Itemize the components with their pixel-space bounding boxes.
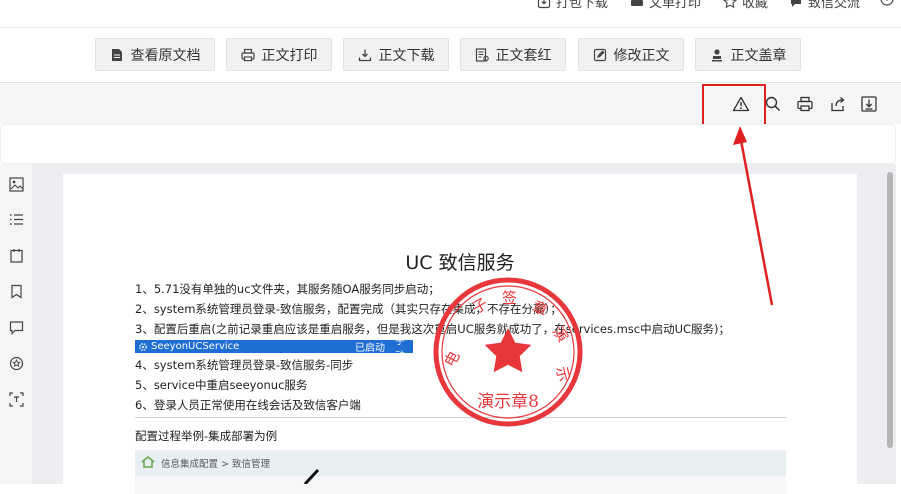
- template-icon: [475, 47, 489, 62]
- stamp-icon: [710, 48, 724, 62]
- chat-icon: [789, 0, 803, 9]
- document-info-row: [0, 124, 896, 164]
- printer-icon: [240, 48, 255, 62]
- viewer-sidebar: [0, 164, 32, 484]
- top-toolbar: 打包下载 文单打印 收藏 致信交流: [0, 0, 901, 28]
- document-line: 1、5.71没有单独的uc文件夹，其服务随OA服务同步启动；: [135, 282, 440, 296]
- download-icon: [358, 48, 372, 62]
- edit-body-button[interactable]: 修改正文: [578, 38, 684, 71]
- avatar-icon: [880, 0, 894, 6]
- download-icon: [537, 0, 551, 9]
- ocr-icon[interactable]: [7, 390, 25, 408]
- sub-heading: 配置过程举例-集成部署为例: [135, 429, 278, 443]
- scrollbar-thumb[interactable]: [887, 172, 893, 448]
- svg-text:签: 签: [502, 289, 517, 307]
- red-header-button[interactable]: 正文套红: [460, 38, 566, 71]
- document-action-bar: 查看原文档 正文打印 正文下载 正文套红 修改正文 正文盖章: [0, 28, 901, 83]
- seal-icon[interactable]: [7, 354, 25, 372]
- red-header-label: 正文套红: [495, 47, 552, 64]
- form-print-label: 文单打印: [649, 0, 702, 11]
- home-icon: [141, 455, 155, 471]
- search-icon[interactable]: [763, 94, 783, 114]
- service-mode: 手动: [395, 335, 405, 362]
- attachment-icon[interactable]: [7, 246, 25, 264]
- bookmark-icon[interactable]: [7, 282, 25, 300]
- package-download-button[interactable]: 打包下载: [537, 0, 608, 11]
- svg-text:示: 示: [552, 364, 573, 383]
- edit-icon: [593, 48, 607, 62]
- view-original-button[interactable]: 查看原文档: [95, 38, 215, 71]
- electronic-seal-stamp: 电 子 签 章 演 示 演示章8: [433, 277, 583, 427]
- outline-icon[interactable]: [7, 210, 25, 228]
- body-download-button[interactable]: 正文下载: [343, 38, 449, 71]
- breadcrumb-text: 信息集成配置 > 致信管理: [161, 459, 270, 470]
- gear-icon: [138, 342, 148, 352]
- document-title: UC 致信服务: [405, 252, 515, 274]
- view-original-label: 查看原文档: [130, 47, 201, 64]
- service-name: SeeyonUCService: [151, 341, 240, 352]
- star-icon: [723, 0, 737, 9]
- document-line: 4、system系统管理员登录-致信服务-同步: [135, 358, 354, 372]
- printer-icon: [630, 0, 644, 9]
- favorite-label: 收藏: [742, 0, 769, 11]
- stamp-body-button[interactable]: 正文盖章: [695, 38, 801, 71]
- stamp-body-label: 正文盖章: [730, 47, 787, 64]
- package-download-label: 打包下载: [556, 0, 609, 11]
- svg-text:子: 子: [469, 294, 491, 317]
- thumbnail-icon[interactable]: [7, 175, 25, 193]
- svg-text:章: 章: [529, 297, 550, 320]
- zhixin-chat-label: 致信交流: [808, 0, 861, 11]
- service-row-screenshot: SeeyonUCService 已启动 手动: [135, 336, 413, 362]
- warning-highlight-box: [702, 84, 766, 126]
- document-line: 5、service中重启seeyonuc服务: [135, 378, 308, 392]
- share-icon[interactable]: [828, 94, 848, 114]
- download-icon[interactable]: [859, 94, 879, 114]
- breadcrumb: 信息集成配置 > 致信管理: [135, 450, 786, 476]
- svg-text:演示章8: 演示章8: [477, 392, 539, 412]
- edit-body-label: 修改正文: [613, 47, 670, 64]
- user-avatar[interactable]: [880, 0, 894, 6]
- zhixin-chat-button[interactable]: 致信交流: [789, 0, 860, 11]
- screenshot-content-row: [135, 476, 786, 494]
- document-line: 6、登录人员正常使用在线会话及致信客户端: [135, 398, 361, 412]
- comment-icon[interactable]: [7, 318, 25, 336]
- body-download-label: 正文下载: [378, 47, 435, 64]
- body-print-label: 正文打印: [261, 47, 318, 64]
- service-status: 已启动: [355, 343, 385, 354]
- form-print-button[interactable]: 文单打印: [630, 0, 701, 11]
- document-icon: [110, 48, 124, 62]
- printer-icon[interactable]: [795, 94, 815, 114]
- favorite-button[interactable]: 收藏: [723, 0, 768, 11]
- body-print-button[interactable]: 正文打印: [226, 38, 332, 71]
